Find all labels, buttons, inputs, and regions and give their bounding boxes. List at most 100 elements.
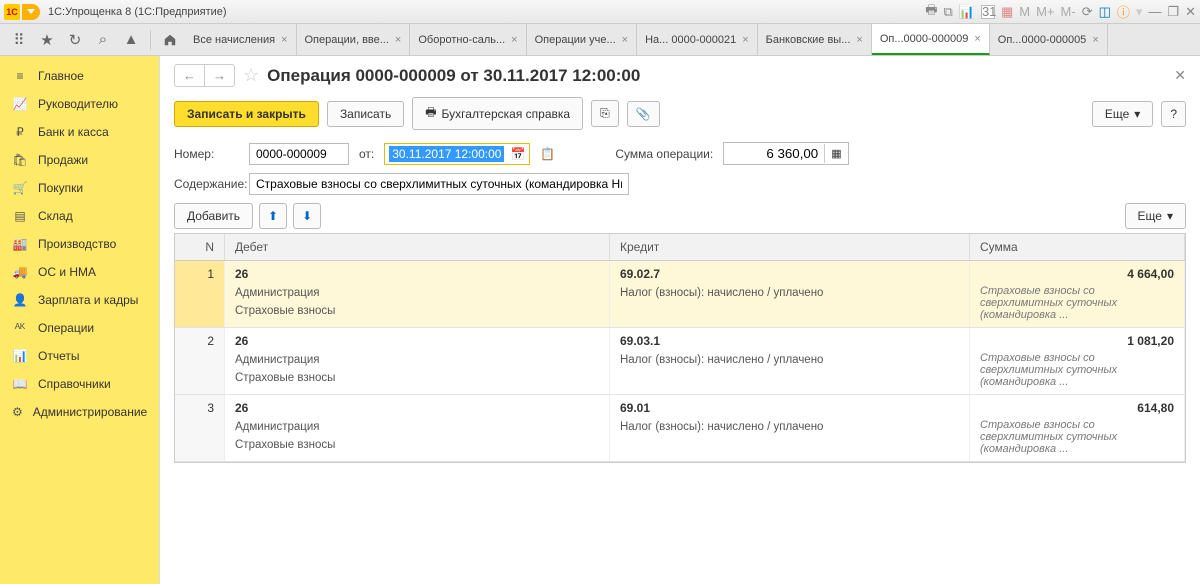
sidebar-item[interactable]: 📈Руководителю <box>0 90 159 118</box>
star-icon[interactable]: ★ <box>34 27 60 53</box>
calendar-icon[interactable]: 31 <box>981 5 995 19</box>
calc-button[interactable]: ▦ <box>824 144 847 163</box>
sidebar-item[interactable]: 🛒Покупки <box>0 174 159 202</box>
attach-button[interactable]: 📎 <box>627 101 660 127</box>
number-input[interactable] <box>249 143 349 165</box>
date-field[interactable]: 30.11.2017 12:00:00 📅 <box>384 143 530 165</box>
print-icon[interactable]: 🖶 <box>925 1 937 23</box>
entries-grid: N Дебет Кредит Сумма 126АдминистрацияСтр… <box>174 233 1186 463</box>
cell-n: 3 <box>175 395 225 461</box>
app-logo: 1C <box>4 4 20 20</box>
close-icon[interactable]: ✕ <box>1185 4 1196 20</box>
sidebar-item[interactable]: ⚙Администрирование <box>0 398 159 426</box>
tab-close-icon[interactable]: × <box>281 34 287 46</box>
col-sum[interactable]: Сумма <box>970 234 1185 260</box>
link-button[interactable]: ⎘ <box>591 100 619 127</box>
tab-close-icon[interactable]: × <box>1092 34 1098 46</box>
tab[interactable]: На... 0000-000021 × <box>637 24 758 55</box>
from-label: от: <box>359 147 374 161</box>
tab-close-icon[interactable]: × <box>856 34 862 46</box>
reload-icon[interactable]: ⟳ <box>1082 4 1093 20</box>
sidebar-item[interactable]: ▤Склад <box>0 202 159 230</box>
titlebar: 1C 1С:Упрощенка 8 (1С:Предприятие) 🖶 ⧉ 📊… <box>0 0 1200 24</box>
col-debit[interactable]: Дебет <box>225 234 610 260</box>
tab[interactable]: Оп...0000-000005× <box>990 24 1108 55</box>
sum-input[interactable] <box>724 143 824 164</box>
tab[interactable]: Все начисления × <box>185 24 297 55</box>
sidebar-item-label: Продажи <box>38 153 88 167</box>
sidebar-item-label: Администрирование <box>33 405 147 419</box>
cell-debit: 26АдминистрацияСтраховые взносы <box>225 395 610 461</box>
m-minus-button[interactable]: M- <box>1061 4 1076 19</box>
panel-icon[interactable]: ◫ <box>1099 4 1111 20</box>
apps-icon[interactable]: ⠿ <box>6 27 32 53</box>
grid-more-button[interactable]: Еще▾ <box>1125 203 1186 229</box>
sidebar-item[interactable]: ₽ Банк и касса <box>0 118 159 146</box>
minimize-icon[interactable]: — <box>1148 4 1161 19</box>
bell-icon[interactable]: ▲ <box>118 27 144 53</box>
report-button[interactable]: 🖶Бухгалтерская справка <box>412 97 583 130</box>
sidebar-item[interactable]: 🏭Производство <box>0 230 159 258</box>
save-close-button[interactable]: Записать и закрыть <box>174 101 319 127</box>
info-icon[interactable]: ⓘ <box>1117 2 1130 21</box>
sidebar-item[interactable]: 🚚ОС и НМА <box>0 258 159 286</box>
more-button[interactable]: Еще▾ <box>1092 101 1153 127</box>
close-doc[interactable]: ✕ <box>1174 67 1186 84</box>
app-dropdown[interactable] <box>22 4 40 20</box>
calendar-picker-icon[interactable]: 📅 <box>510 147 525 161</box>
table-row[interactable]: 326АдминистрацияСтраховые взносы69.01Нал… <box>175 395 1185 462</box>
tab-label: Операции, вве... <box>305 34 389 46</box>
tab-close-icon[interactable]: × <box>511 34 517 46</box>
sidebar-item[interactable]: ≡Главное <box>0 62 159 90</box>
app-title: 1С:Упрощенка 8 (1С:Предприятие) <box>48 6 227 18</box>
grid-icon[interactable]: ▦ <box>1001 4 1013 20</box>
sidebar-item[interactable]: 📊Отчеты <box>0 342 159 370</box>
m-plus-button[interactable]: M+ <box>1036 4 1054 19</box>
history-icon[interactable]: ↻ <box>62 27 88 53</box>
sidebar-item[interactable]: 👤Зарплата и кадры <box>0 286 159 314</box>
tab-close-icon[interactable]: × <box>742 34 748 46</box>
ruble-icon: ₽ <box>12 124 28 140</box>
tab[interactable]: Операции уче...× <box>527 24 637 55</box>
help-button[interactable]: ? <box>1161 101 1186 127</box>
desc-input[interactable] <box>249 173 629 195</box>
tab[interactable]: Банковские вы...× <box>758 24 872 55</box>
table-row[interactable]: 226АдминистрацияСтраховые взносы69.03.1Н… <box>175 328 1185 395</box>
date-value: 30.11.2017 12:00:00 <box>389 146 504 162</box>
compare-icon[interactable]: ⧉ <box>943 4 952 20</box>
cell-n: 1 <box>175 261 225 327</box>
m-button[interactable]: M <box>1019 4 1030 19</box>
main-toolbar: ⠿ ★ ↻ ⌕ ▲ Все начисления×Операции, вве..… <box>0 24 1200 56</box>
tab[interactable]: Оборотно-саль...× <box>410 24 526 55</box>
tab-close-icon[interactable]: × <box>395 34 401 46</box>
bars-icon: 📊 <box>12 348 28 364</box>
add-row-button[interactable]: Добавить <box>174 203 253 229</box>
sidebar-item-label: Банк и касса <box>38 125 109 139</box>
search-icon[interactable]: ⌕ <box>90 27 116 53</box>
maximize-icon[interactable]: ❐ <box>1167 4 1179 20</box>
nav-back[interactable]: ← <box>175 65 205 86</box>
tab-close-icon[interactable]: × <box>974 33 980 45</box>
nav-fwd[interactable]: → <box>205 65 234 86</box>
tab-bar: Все начисления×Операции, вве...×Оборотно… <box>185 24 1194 55</box>
special-icon[interactable]: 📋 <box>540 147 555 161</box>
sidebar-item[interactable]: 📖Справочники <box>0 370 159 398</box>
move-up-button[interactable]: ⬆ <box>259 203 287 229</box>
home-icon[interactable] <box>157 27 183 53</box>
tab-label: На... 0000-000021 <box>645 34 736 46</box>
tab-label: Все начисления <box>193 34 275 46</box>
sidebar-item[interactable]: ᴬᴷОперации <box>0 314 159 342</box>
boxes-icon: ▤ <box>12 208 28 224</box>
calc-icon[interactable]: 📊 <box>959 4 975 20</box>
tab[interactable]: Операции, вве... × <box>297 24 411 55</box>
sidebar-item[interactable]: 🛍Продажи <box>0 146 159 174</box>
col-n[interactable]: N <box>175 234 225 260</box>
col-credit[interactable]: Кредит <box>610 234 970 260</box>
save-button[interactable]: Записать <box>327 101 404 127</box>
table-row[interactable]: 126АдминистрацияСтраховые взносы69.02.7Н… <box>175 261 1185 328</box>
favorite-star[interactable]: ☆ <box>243 65 259 86</box>
sidebar-item-label: Производство <box>38 237 116 251</box>
tab-close-icon[interactable]: × <box>622 34 628 46</box>
move-down-button[interactable]: ⬇ <box>293 203 321 229</box>
tab[interactable]: Оп...0000-000009× <box>872 24 990 55</box>
